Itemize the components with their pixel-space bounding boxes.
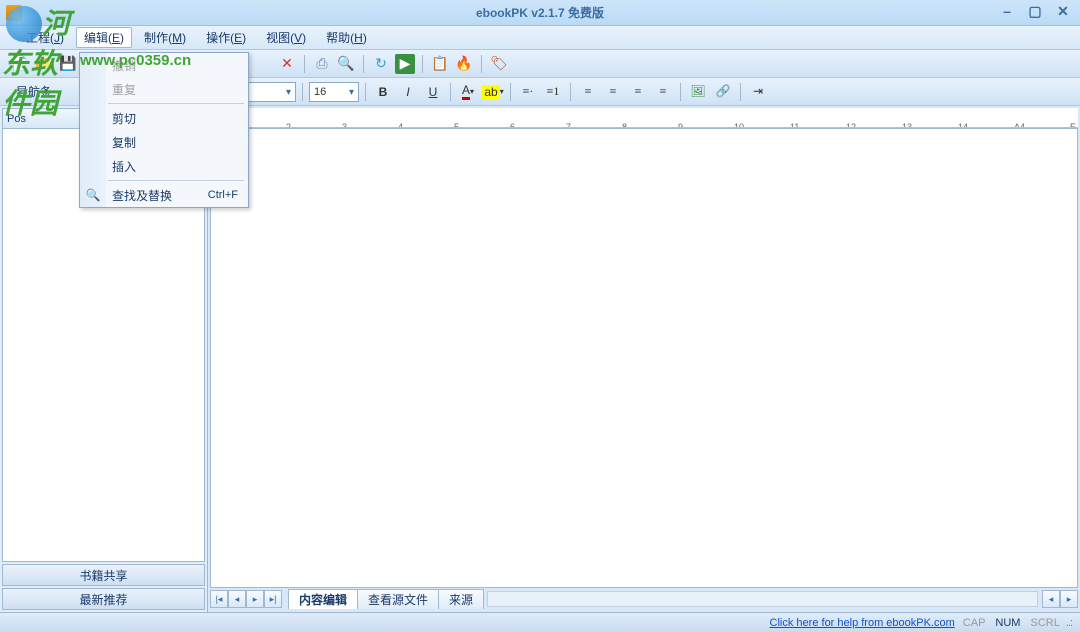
scroll-right-button[interactable]: ▸ [1060, 590, 1078, 608]
highlight-button[interactable]: ab▾ [482, 81, 504, 103]
menu-copy[interactable]: 复制 [80, 130, 248, 154]
separator [570, 83, 571, 101]
separator [481, 55, 482, 73]
resize-grip[interactable]: ..: [1066, 617, 1072, 629]
bold-button[interactable]: B [372, 81, 394, 103]
titlebar: ebookPK v2.1.7 免费版 – ▢ ✕ [0, 0, 1080, 26]
tab-content-edit[interactable]: 内容编辑 [288, 589, 358, 609]
editor-area: |◂ ◂ ▸ ▸| 内容编辑 查看源文件 来源 ◂ ▸ [208, 106, 1080, 612]
separator [680, 83, 681, 101]
maximize-button[interactable]: ▢ [1026, 4, 1044, 20]
bullet-list-button[interactable]: ≡· [517, 81, 539, 103]
shortcut-label: Ctrl+F [208, 189, 238, 201]
tab-view-source[interactable]: 查看源文件 [357, 589, 439, 609]
italic-button[interactable]: I [397, 81, 419, 103]
pk-button[interactable]: 🏷 [489, 54, 509, 74]
app-icon [6, 5, 22, 21]
sidebar-book-share[interactable]: 书籍共享 [2, 564, 205, 586]
minimize-button[interactable]: – [998, 4, 1016, 20]
refresh-button[interactable]: ↻ [371, 54, 391, 74]
scroll-left-button[interactable]: ◂ [1042, 590, 1060, 608]
separator [304, 55, 305, 73]
separator [510, 83, 511, 101]
menu-undo[interactable]: 撤销 [80, 53, 248, 77]
tab-origin[interactable]: 来源 [438, 589, 484, 609]
align-right-button[interactable]: ≡ [627, 81, 649, 103]
editor-canvas-wrap [210, 128, 1078, 588]
nav-first-button[interactable]: |◂ [210, 590, 228, 608]
align-justify-button[interactable]: ≡ [652, 81, 674, 103]
editor-canvas[interactable] [211, 129, 1077, 587]
nav-next-button[interactable]: ▸ [246, 590, 264, 608]
search-icon[interactable]: 🔍 [336, 54, 356, 74]
menu-edit[interactable]: 编辑(E) [76, 27, 132, 48]
separator [740, 83, 741, 101]
horizontal-ruler [210, 108, 1078, 128]
separator [450, 83, 451, 101]
separator [363, 55, 364, 73]
status-num: NUM [993, 617, 1022, 629]
fire-button[interactable]: 🔥 [454, 54, 474, 74]
window-title: ebookPK v2.1.7 免费版 [476, 4, 604, 21]
separator [302, 83, 303, 101]
help-link[interactable]: Click here for help from ebookPK.com [770, 617, 955, 629]
menu-find-replace[interactable]: 🔍 查找及替换 Ctrl+F [80, 183, 248, 207]
statusbar: Click here for help from ebookPK.com CAP… [0, 612, 1080, 632]
menu-view[interactable]: 视图(V) [258, 27, 314, 48]
separator [365, 83, 366, 101]
sidebar-newest[interactable]: 最新推荐 [2, 588, 205, 610]
font-color-button[interactable]: A▾ [457, 81, 479, 103]
menu-make[interactable]: 制作(M) [136, 27, 194, 48]
underline-button[interactable]: U [422, 81, 444, 103]
menubar: 工程(J) 编辑(E) 制作(M) 操作(E) 视图(V) 帮助(H) [0, 26, 1080, 50]
insert-image-button[interactable]: 🖼 [687, 81, 709, 103]
nav-prev-button[interactable]: ◂ [228, 590, 246, 608]
upload-button[interactable]: 📋 [430, 54, 450, 74]
open-button[interactable]: 📂 [34, 54, 54, 74]
close-button[interactable]: ✕ [1054, 4, 1072, 20]
nav-last-button[interactable]: ▸| [264, 590, 282, 608]
delete-button[interactable]: ✕ [277, 54, 297, 74]
menu-help[interactable]: 帮助(H) [318, 27, 375, 48]
font-size-combo[interactable]: 16 [309, 82, 359, 102]
menu-project[interactable]: 工程(J) [18, 27, 72, 48]
nav-label: 导航条 [10, 83, 58, 100]
insert-link-button[interactable]: 🔗 [712, 81, 734, 103]
edit-dropdown: 撤销 重复 剪切 复制 插入 🔍 查找及替换 Ctrl+F [79, 52, 249, 208]
new-button[interactable]: 📄 [10, 54, 30, 74]
separator [422, 55, 423, 73]
align-center-button[interactable]: ≡ [602, 81, 624, 103]
menu-insert[interactable]: 插入 [80, 154, 248, 178]
nav-button[interactable]: ⎙ [312, 54, 332, 74]
status-cap: CAP [961, 617, 988, 629]
number-list-button[interactable]: ≡1 [542, 81, 564, 103]
horizontal-scrollbar[interactable] [487, 591, 1038, 607]
separator [108, 180, 244, 181]
separator [108, 103, 244, 104]
save-button[interactable]: 💾 [58, 54, 78, 74]
indent-button[interactable]: ⇥ [747, 81, 769, 103]
align-left-button[interactable]: ≡ [577, 81, 599, 103]
editor-tabs-row: |◂ ◂ ▸ ▸| 内容编辑 查看源文件 来源 ◂ ▸ [210, 588, 1078, 610]
search-icon: 🔍 [85, 187, 101, 203]
menu-redo[interactable]: 重复 [80, 77, 248, 101]
run-button[interactable]: ▶ [395, 54, 415, 74]
status-scrl: SCRL [1028, 617, 1061, 629]
menu-cut[interactable]: 剪切 [80, 106, 248, 130]
menu-operate[interactable]: 操作(E) [198, 27, 254, 48]
